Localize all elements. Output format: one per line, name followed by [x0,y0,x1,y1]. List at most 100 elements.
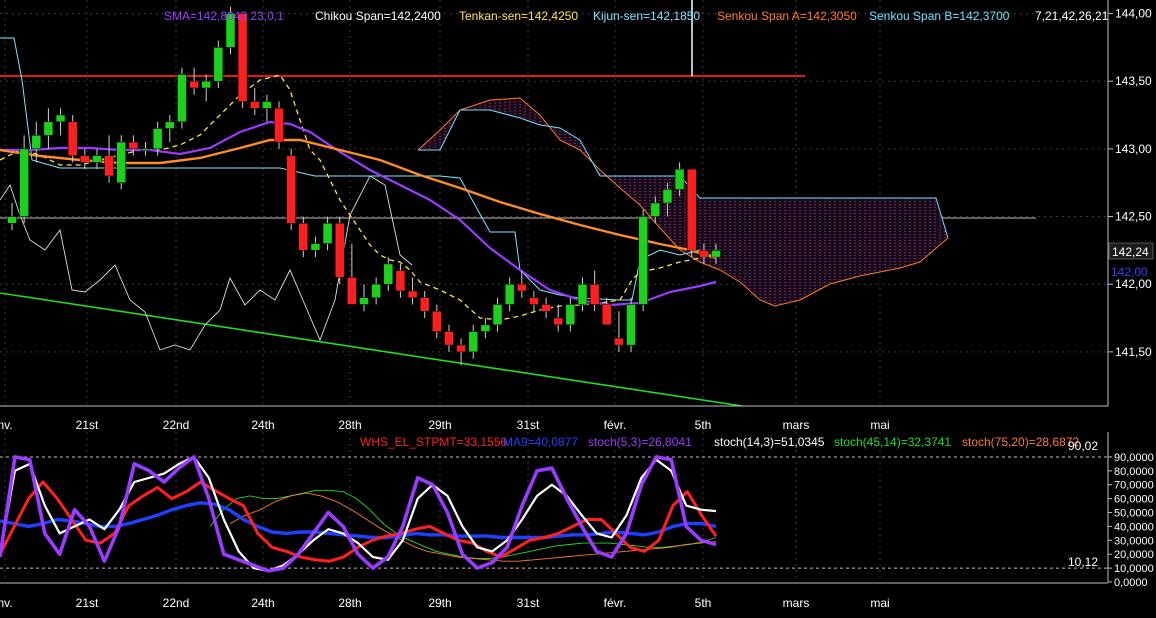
candle-body [262,101,272,109]
oscillator-time-tick-label: 29th [428,596,451,610]
candle-body [177,74,187,123]
candle-body [480,324,491,332]
price-legend-entry: Chikou Span=142,2400 [315,9,441,23]
candle-body [468,331,478,353]
candle-body [347,277,357,305]
time-tick-label: nv. [0,418,13,432]
candle-body [128,141,139,150]
price-chart: SMA=142,8043 23,0,1 Chikou Span=142,2400 T… [0,0,1156,432]
oscillator-tick-label: 90,0000 [1114,452,1154,464]
candle-body [383,263,394,285]
oscillator-axis: 90,0000 80,0000 70,0000 60,0000 50,000040,00… [1108,452,1154,589]
price-tick-label: 143,00 [1115,142,1152,156]
price-legend-entry: Senkou Span A=142,3050 [717,9,857,23]
oscillator-time-tick-label: 21st [76,596,99,610]
oscillator-tick-label: 50,0000 [1114,508,1154,520]
price-tick-label: 141,50 [1115,345,1152,359]
candle-body [310,243,321,251]
overbought-label: 90,02 [1068,439,1098,453]
candle-body [334,223,345,278]
price-legend-entry: Kijun-sen=142,1850 [593,9,700,23]
time-tick-label: 31st [517,418,540,432]
candle-body [371,283,381,298]
time-tick-label: mai [870,418,889,432]
candle-body [43,121,54,136]
oscillator-tick-label: 40,0000 [1114,521,1154,533]
price-legend-entry: Senkou Span B=142,3700 [869,9,1010,23]
oscillator-time-tick-label: 5th [695,596,712,610]
candle-body [140,148,151,151]
candle-body [7,216,17,224]
candle-body [699,250,709,258]
candle-body [504,283,515,305]
oscillator-tick-label: 60,0000 [1114,494,1154,506]
oscillator-tick-label: 30,0000 [1114,535,1154,547]
oscillator-legend-entry: stoch(75,20)=28,6872 [962,435,1079,449]
oscillator-tick-label: 10,0000 [1114,563,1154,575]
oscillator-time-tick-label: févr. [604,596,627,610]
candle-body [19,148,29,217]
candle-body [444,331,454,346]
candle-body [492,304,503,326]
oscillator-time-tick-label: 31st [517,596,540,610]
time-tick-label: 22nd [163,418,190,432]
oscillator-chart: WHS_EL_STPMT=33,1556MA9=40,0877 stoch(5,3… [0,432,1156,618]
oscillator-legend-entry: WHS_EL_STPMT=33,1556 [360,435,507,449]
time-tick-label: 28th [338,418,361,432]
price-legend-entry: SMA=142,8043 23,0,1 [164,9,284,23]
candle-body [274,108,284,143]
candle-body [359,297,369,305]
oscillator-legend-entry: stoch(45,14)=32,3741 [834,435,951,449]
candle-body [201,80,211,89]
candle-body [116,141,126,183]
candle-body [104,155,114,177]
time-tick-label: mars [783,418,810,432]
candle-body [213,47,224,82]
oscillator-tick-label: 0,0000 [1114,577,1148,589]
candle-body [189,80,199,89]
candle-body [650,202,661,217]
price-tick-label: 144,00 [1115,7,1152,21]
candle-body [565,304,576,326]
oscillator-tick-label: 20,0000 [1114,549,1154,561]
price-badge: 142,24 [1112,245,1149,259]
candle-body [92,155,102,163]
candle-body [541,304,551,312]
price-level-label: 142,00 [1111,265,1148,279]
candle-body [614,338,624,346]
oscillator-tick-label: 80,0000 [1114,466,1154,478]
oscillator-time-tick-label: nv. [0,596,13,610]
candle-body [80,155,90,163]
candle-body [395,270,406,292]
candle-body [298,223,309,251]
candle-body [577,283,588,305]
oscillator-time-tick-label: mars [783,596,810,610]
price-tick-label: 142,00 [1115,277,1152,291]
candle-body [165,121,175,129]
candle-body [67,121,78,156]
candle-body [152,128,163,150]
candle-body [686,168,697,251]
candle-body [529,297,539,305]
oscillator-time-tick-label: 24th [251,596,274,610]
price-tick-label: 143,50 [1115,74,1152,88]
candle-body [432,311,442,332]
candle-body [517,283,527,292]
price-legend-entry: 7,21,42,26,21 [1035,9,1109,23]
candle-body [674,168,685,190]
candle-body [602,304,612,326]
oscillator-time-tick-label: 22nd [163,596,190,610]
oscillator-time-tick-label: 28th [338,596,361,610]
candle-body [286,155,296,224]
candle-body [419,297,430,312]
time-tick-label: 21st [76,418,99,432]
price-legend-entry: Tenkan-sen=142,4250 [459,9,578,23]
candle-body [55,114,66,123]
candle-body [626,304,636,346]
candle-body [589,283,600,305]
candle-body [553,317,563,326]
oscillator-legend-entry: MA9=40,0877 [503,435,578,449]
candle-body [711,250,721,258]
time-tick-label: févr. [604,418,627,432]
candle-body [31,135,42,150]
